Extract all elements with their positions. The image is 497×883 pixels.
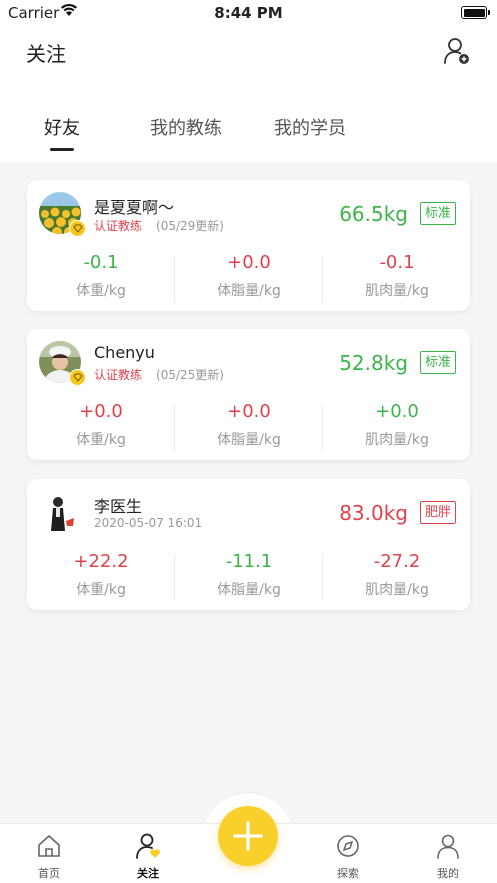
nav-explore[interactable]: 探索	[318, 832, 378, 881]
update-date: 2020-05-07 16:01	[94, 516, 203, 530]
weight-value: 83.0kg	[339, 501, 408, 525]
metric-muscle: +0.0 肌肉量/kg	[323, 401, 471, 449]
weight-value: 66.5kg	[339, 202, 408, 226]
verified-badge-icon	[69, 369, 86, 386]
battery-icon	[461, 6, 490, 19]
metric-value: -0.1	[379, 252, 415, 273]
metric-weight: -0.1 体重/kg	[27, 252, 175, 300]
metric-label: 体脂量/kg	[217, 582, 281, 598]
metric-muscle: -0.1 肌肉量/kg	[323, 252, 471, 300]
cert-label: 认证教练	[94, 368, 143, 382]
add-record-button[interactable]	[218, 806, 278, 866]
nav-label: 探索	[337, 867, 359, 880]
plus-icon	[233, 821, 263, 851]
metric-label: 肌肉量/kg	[365, 582, 429, 598]
tab-bar: 好友 我的教练 我的学员	[0, 114, 497, 162]
metric-value: +0.0	[227, 252, 271, 273]
metric-value: +0.0	[79, 401, 123, 422]
avatar[interactable]	[39, 491, 81, 533]
metrics-row: +22.2 体重/kg -11.1 体脂量/kg -27.2 肌肉量/kg	[27, 551, 470, 601]
verified-badge-icon	[69, 220, 86, 237]
tab-my-students[interactable]: 我的学员	[274, 114, 346, 140]
friend-card[interactable]: 是夏夏啊～ 认证教练 (05/29更新) 66.5kg 标准 -0.1 体重/kg…	[27, 180, 470, 311]
clock: 8:44 PM	[214, 4, 283, 22]
cert-label: 认证教练	[94, 219, 143, 233]
follow-icon	[136, 833, 160, 859]
metric-muscle: -27.2 肌肉量/kg	[323, 551, 471, 599]
metrics-row: +0.0 体重/kg +0.0 体脂量/kg +0.0 肌肉量/kg	[27, 401, 470, 451]
add-friend-icon[interactable]	[443, 36, 471, 66]
update-date: (05/25更新)	[156, 368, 224, 382]
metric-value: -27.2	[373, 551, 421, 572]
friend-meta: 认证教练 (05/29更新)	[94, 217, 224, 234]
nav-profile[interactable]: 我的	[418, 832, 478, 881]
status-badge: 肥胖	[419, 501, 456, 524]
metric-label: 体脂量/kg	[217, 432, 281, 448]
metric-body-fat: +0.0 体脂量/kg	[175, 252, 323, 300]
status-badge: 标准	[419, 351, 456, 374]
status-bar: Carrier 8:44 PM	[0, 0, 497, 26]
nav-home[interactable]: 首页	[19, 832, 79, 881]
nav-follow[interactable]: 关注	[118, 832, 178, 881]
metric-label: 体脂量/kg	[217, 283, 281, 299]
header: 关注 好友 我的教练 我的学员	[0, 26, 497, 162]
metric-label: 体重/kg	[76, 432, 126, 448]
nav-label: 关注	[137, 867, 159, 880]
metric-body-fat: +0.0 体脂量/kg	[175, 401, 323, 449]
metric-weight: +0.0 体重/kg	[27, 401, 175, 449]
metric-value: +0.0	[227, 401, 271, 422]
friend-card[interactable]: Chenyu 认证教练 (05/25更新) 52.8kg 标准 +0.0 体重/k…	[27, 329, 470, 460]
friend-name: 是夏夏啊～	[94, 198, 175, 217]
profile-icon	[437, 834, 459, 859]
weight-value: 52.8kg	[339, 351, 408, 375]
friend-meta: 2020-05-07 16:01	[94, 516, 202, 530]
friend-name: Chenyu	[94, 343, 155, 362]
metric-label: 体重/kg	[76, 582, 126, 598]
metric-label: 体重/kg	[76, 283, 126, 299]
metric-value: +0.0	[375, 401, 419, 422]
nav-label: 我的	[437, 867, 459, 880]
page-title: 关注	[26, 42, 66, 66]
metric-value: -0.1	[83, 252, 119, 273]
nav-label: 首页	[38, 867, 60, 880]
friend-meta: 认证教练 (05/25更新)	[94, 366, 224, 383]
metric-value: +22.2	[73, 551, 129, 572]
metric-value: -11.1	[225, 551, 273, 572]
tab-my-coaches[interactable]: 我的教练	[150, 114, 222, 140]
friend-name: 李医生	[94, 497, 143, 516]
home-icon	[38, 835, 60, 857]
explore-icon	[337, 835, 359, 857]
metric-body-fat: -11.1 体脂量/kg	[175, 551, 323, 599]
tab-friends[interactable]: 好友	[44, 114, 80, 140]
update-date: (05/29更新)	[156, 219, 224, 233]
metric-weight: +22.2 体重/kg	[27, 551, 175, 599]
friend-card[interactable]: 李医生 2020-05-07 16:01 83.0kg 肥胖 +22.2 体重/…	[27, 479, 470, 610]
metrics-row: -0.1 体重/kg +0.0 体脂量/kg -0.1 肌肉量/kg	[27, 252, 470, 302]
tab-indicator	[50, 148, 74, 151]
metric-label: 肌肉量/kg	[365, 283, 429, 299]
status-badge: 标准	[419, 202, 456, 225]
metric-label: 肌肉量/kg	[365, 432, 429, 448]
